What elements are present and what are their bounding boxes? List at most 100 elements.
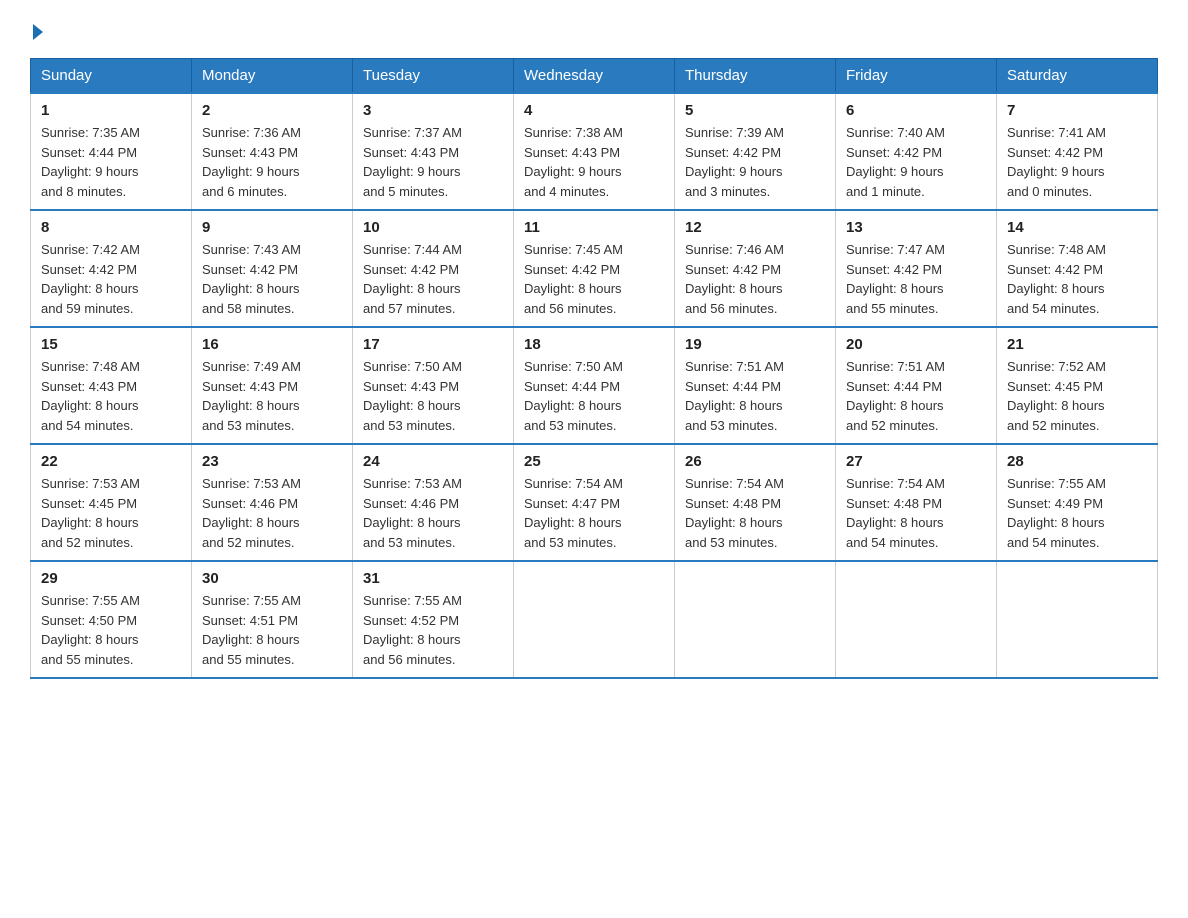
page-header (30, 20, 1158, 40)
calendar-cell: 20 Sunrise: 7:51 AMSunset: 4:44 PMDaylig… (836, 327, 997, 444)
day-info: Sunrise: 7:38 AMSunset: 4:43 PMDaylight:… (524, 123, 664, 201)
day-number: 24 (363, 453, 503, 470)
day-info: Sunrise: 7:54 AMSunset: 4:47 PMDaylight:… (524, 474, 664, 552)
day-number: 18 (524, 336, 664, 353)
calendar-header-saturday: Saturday (997, 59, 1158, 94)
calendar-cell: 17 Sunrise: 7:50 AMSunset: 4:43 PMDaylig… (353, 327, 514, 444)
day-info: Sunrise: 7:40 AMSunset: 4:42 PMDaylight:… (846, 123, 986, 201)
day-number: 8 (41, 219, 181, 236)
day-info: Sunrise: 7:55 AMSunset: 4:49 PMDaylight:… (1007, 474, 1147, 552)
calendar-table: SundayMondayTuesdayWednesdayThursdayFrid… (30, 58, 1158, 679)
calendar-cell: 10 Sunrise: 7:44 AMSunset: 4:42 PMDaylig… (353, 210, 514, 327)
day-info: Sunrise: 7:54 AMSunset: 4:48 PMDaylight:… (846, 474, 986, 552)
day-info: Sunrise: 7:43 AMSunset: 4:42 PMDaylight:… (202, 240, 342, 318)
calendar-cell: 22 Sunrise: 7:53 AMSunset: 4:45 PMDaylig… (31, 444, 192, 561)
logo-arrow-icon (33, 24, 43, 40)
calendar-cell: 29 Sunrise: 7:55 AMSunset: 4:50 PMDaylig… (31, 561, 192, 678)
calendar-cell: 4 Sunrise: 7:38 AMSunset: 4:43 PMDayligh… (514, 93, 675, 210)
day-info: Sunrise: 7:53 AMSunset: 4:46 PMDaylight:… (363, 474, 503, 552)
logo (30, 20, 43, 40)
day-info: Sunrise: 7:51 AMSunset: 4:44 PMDaylight:… (846, 357, 986, 435)
day-info: Sunrise: 7:48 AMSunset: 4:42 PMDaylight:… (1007, 240, 1147, 318)
day-number: 16 (202, 336, 342, 353)
calendar-cell: 13 Sunrise: 7:47 AMSunset: 4:42 PMDaylig… (836, 210, 997, 327)
day-info: Sunrise: 7:54 AMSunset: 4:48 PMDaylight:… (685, 474, 825, 552)
day-number: 2 (202, 102, 342, 119)
calendar-cell: 21 Sunrise: 7:52 AMSunset: 4:45 PMDaylig… (997, 327, 1158, 444)
day-info: Sunrise: 7:48 AMSunset: 4:43 PMDaylight:… (41, 357, 181, 435)
day-number: 21 (1007, 336, 1147, 353)
day-number: 7 (1007, 102, 1147, 119)
day-info: Sunrise: 7:49 AMSunset: 4:43 PMDaylight:… (202, 357, 342, 435)
day-number: 27 (846, 453, 986, 470)
calendar-cell: 25 Sunrise: 7:54 AMSunset: 4:47 PMDaylig… (514, 444, 675, 561)
calendar-cell: 9 Sunrise: 7:43 AMSunset: 4:42 PMDayligh… (192, 210, 353, 327)
day-number: 29 (41, 570, 181, 587)
day-info: Sunrise: 7:46 AMSunset: 4:42 PMDaylight:… (685, 240, 825, 318)
day-info: Sunrise: 7:53 AMSunset: 4:45 PMDaylight:… (41, 474, 181, 552)
calendar-cell (675, 561, 836, 678)
day-info: Sunrise: 7:55 AMSunset: 4:50 PMDaylight:… (41, 591, 181, 669)
day-number: 6 (846, 102, 986, 119)
day-info: Sunrise: 7:47 AMSunset: 4:42 PMDaylight:… (846, 240, 986, 318)
day-info: Sunrise: 7:53 AMSunset: 4:46 PMDaylight:… (202, 474, 342, 552)
day-number: 4 (524, 102, 664, 119)
calendar-week-row: 15 Sunrise: 7:48 AMSunset: 4:43 PMDaylig… (31, 327, 1158, 444)
day-number: 30 (202, 570, 342, 587)
day-number: 1 (41, 102, 181, 119)
calendar-cell: 30 Sunrise: 7:55 AMSunset: 4:51 PMDaylig… (192, 561, 353, 678)
day-info: Sunrise: 7:55 AMSunset: 4:51 PMDaylight:… (202, 591, 342, 669)
day-number: 25 (524, 453, 664, 470)
day-info: Sunrise: 7:37 AMSunset: 4:43 PMDaylight:… (363, 123, 503, 201)
day-number: 12 (685, 219, 825, 236)
calendar-header-monday: Monday (192, 59, 353, 94)
calendar-cell: 6 Sunrise: 7:40 AMSunset: 4:42 PMDayligh… (836, 93, 997, 210)
day-number: 22 (41, 453, 181, 470)
calendar-cell: 23 Sunrise: 7:53 AMSunset: 4:46 PMDaylig… (192, 444, 353, 561)
calendar-cell: 16 Sunrise: 7:49 AMSunset: 4:43 PMDaylig… (192, 327, 353, 444)
day-number: 17 (363, 336, 503, 353)
calendar-cell: 28 Sunrise: 7:55 AMSunset: 4:49 PMDaylig… (997, 444, 1158, 561)
calendar-header-friday: Friday (836, 59, 997, 94)
calendar-cell: 27 Sunrise: 7:54 AMSunset: 4:48 PMDaylig… (836, 444, 997, 561)
calendar-week-row: 22 Sunrise: 7:53 AMSunset: 4:45 PMDaylig… (31, 444, 1158, 561)
calendar-cell: 14 Sunrise: 7:48 AMSunset: 4:42 PMDaylig… (997, 210, 1158, 327)
calendar-header-wednesday: Wednesday (514, 59, 675, 94)
calendar-header-sunday: Sunday (31, 59, 192, 94)
day-number: 26 (685, 453, 825, 470)
calendar-cell: 7 Sunrise: 7:41 AMSunset: 4:42 PMDayligh… (997, 93, 1158, 210)
calendar-week-row: 8 Sunrise: 7:42 AMSunset: 4:42 PMDayligh… (31, 210, 1158, 327)
day-info: Sunrise: 7:55 AMSunset: 4:52 PMDaylight:… (363, 591, 503, 669)
calendar-header-tuesday: Tuesday (353, 59, 514, 94)
day-number: 9 (202, 219, 342, 236)
day-info: Sunrise: 7:50 AMSunset: 4:44 PMDaylight:… (524, 357, 664, 435)
day-info: Sunrise: 7:45 AMSunset: 4:42 PMDaylight:… (524, 240, 664, 318)
day-info: Sunrise: 7:39 AMSunset: 4:42 PMDaylight:… (685, 123, 825, 201)
day-number: 11 (524, 219, 664, 236)
day-info: Sunrise: 7:51 AMSunset: 4:44 PMDaylight:… (685, 357, 825, 435)
day-number: 31 (363, 570, 503, 587)
calendar-cell: 1 Sunrise: 7:35 AMSunset: 4:44 PMDayligh… (31, 93, 192, 210)
calendar-cell: 18 Sunrise: 7:50 AMSunset: 4:44 PMDaylig… (514, 327, 675, 444)
calendar-cell: 15 Sunrise: 7:48 AMSunset: 4:43 PMDaylig… (31, 327, 192, 444)
day-number: 3 (363, 102, 503, 119)
calendar-cell: 31 Sunrise: 7:55 AMSunset: 4:52 PMDaylig… (353, 561, 514, 678)
day-info: Sunrise: 7:52 AMSunset: 4:45 PMDaylight:… (1007, 357, 1147, 435)
day-info: Sunrise: 7:44 AMSunset: 4:42 PMDaylight:… (363, 240, 503, 318)
calendar-header-row: SundayMondayTuesdayWednesdayThursdayFrid… (31, 59, 1158, 94)
calendar-cell: 26 Sunrise: 7:54 AMSunset: 4:48 PMDaylig… (675, 444, 836, 561)
calendar-cell: 11 Sunrise: 7:45 AMSunset: 4:42 PMDaylig… (514, 210, 675, 327)
calendar-cell (514, 561, 675, 678)
calendar-header-thursday: Thursday (675, 59, 836, 94)
day-number: 15 (41, 336, 181, 353)
calendar-cell: 2 Sunrise: 7:36 AMSunset: 4:43 PMDayligh… (192, 93, 353, 210)
calendar-cell: 5 Sunrise: 7:39 AMSunset: 4:42 PMDayligh… (675, 93, 836, 210)
day-info: Sunrise: 7:41 AMSunset: 4:42 PMDaylight:… (1007, 123, 1147, 201)
day-number: 14 (1007, 219, 1147, 236)
calendar-cell: 3 Sunrise: 7:37 AMSunset: 4:43 PMDayligh… (353, 93, 514, 210)
calendar-cell (997, 561, 1158, 678)
calendar-cell: 19 Sunrise: 7:51 AMSunset: 4:44 PMDaylig… (675, 327, 836, 444)
day-number: 20 (846, 336, 986, 353)
day-number: 13 (846, 219, 986, 236)
calendar-cell: 24 Sunrise: 7:53 AMSunset: 4:46 PMDaylig… (353, 444, 514, 561)
